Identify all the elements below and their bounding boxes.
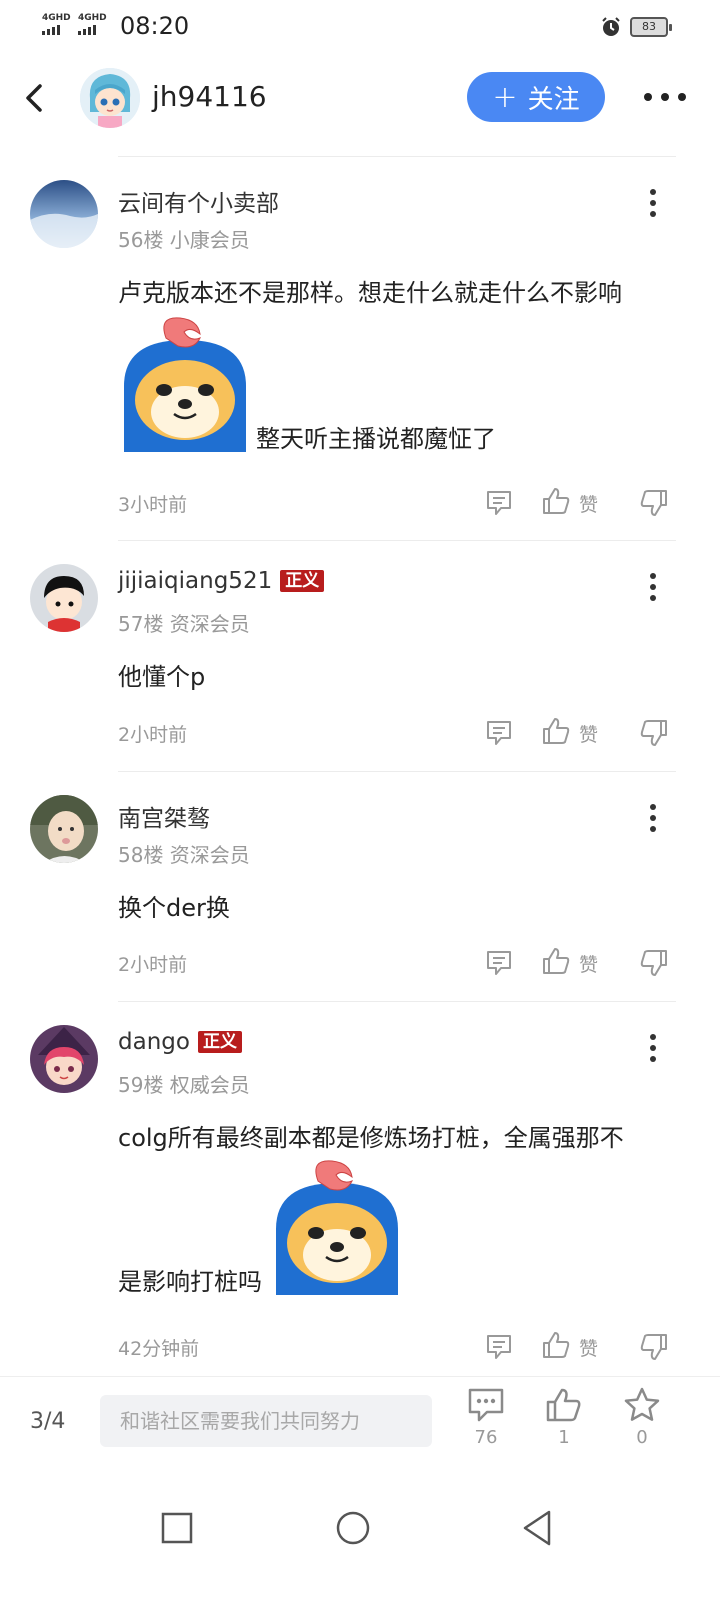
comment-text: colg所有最终副本都是修炼场打桩，全属强那不 xyxy=(118,1124,624,1152)
system-navigation-bar xyxy=(0,1480,720,1600)
timestamp: 42分钟前 xyxy=(118,1338,200,1360)
justice-badge: 正义 xyxy=(197,1031,242,1053)
username-text: jijiaiqiang521 xyxy=(118,568,273,594)
thumbs-up-icon[interactable] xyxy=(541,716,571,746)
floor-meta: 57楼 资深会员 xyxy=(118,612,250,636)
timestamp: 2小时前 xyxy=(118,724,188,746)
like-label[interactable]: 赞 xyxy=(579,490,598,517)
thumbs-down-icon[interactable] xyxy=(639,718,669,748)
username[interactable]: 南宫桀骜 xyxy=(118,799,210,833)
timestamp: 3小时前 xyxy=(118,494,188,516)
comment-content: 卢克版本还不是那样。想走什么就走什么不影响 整天听主播说都魔怔了 xyxy=(118,276,678,453)
baby-photo-avatar-icon xyxy=(30,795,98,863)
follow-button[interactable]: + 关注 xyxy=(467,72,605,122)
comments-button[interactable]: 76 xyxy=(456,1387,516,1448)
username[interactable]: jijiaiqiang521 正义 xyxy=(118,568,325,594)
thumbs-up-icon[interactable] xyxy=(541,1330,571,1360)
witch-girl-avatar-icon xyxy=(30,1025,98,1093)
thumbs-down-icon[interactable] xyxy=(639,1332,669,1362)
avatar[interactable] xyxy=(30,564,98,632)
signal-indicator-1: 4GHD xyxy=(42,14,71,35)
battery-level: 83 xyxy=(642,20,656,33)
username-text: 南宫桀骜 xyxy=(118,806,210,832)
divider xyxy=(118,540,676,541)
sky-photo-avatar-icon xyxy=(30,180,98,248)
comment-text: 他懂个p xyxy=(118,663,206,691)
page-indicator[interactable]: 3/4 xyxy=(30,1409,65,1434)
status-bar: 4GHD 4GHD 08:20 83 xyxy=(0,0,720,56)
alarm-icon xyxy=(602,17,620,36)
comment-text-continued: 整天听主播说都魔怔了 xyxy=(256,425,496,453)
username[interactable]: 云间有个小卖部 xyxy=(118,184,279,218)
comment-content: colg所有最终副本都是修炼场打桩，全属强那不 是影响打桩吗 xyxy=(118,1121,678,1296)
more-vertical-icon[interactable] xyxy=(640,572,666,602)
thread-header: jh94116 + 关注 xyxy=(0,60,720,140)
avatar[interactable] xyxy=(30,180,98,248)
comment-input[interactable]: 和谐社区需要我们共同努力 xyxy=(100,1395,432,1447)
signal-indicator-2: 4GHD xyxy=(78,14,107,35)
thumbs-up-icon[interactable] xyxy=(541,486,571,516)
plus-icon: + xyxy=(492,79,518,115)
more-vertical-icon[interactable] xyxy=(640,188,666,218)
reply-icon[interactable] xyxy=(485,1332,513,1362)
comment-bubble-icon xyxy=(468,1388,504,1422)
reply-icon[interactable] xyxy=(485,718,513,748)
author-username[interactable]: jh94116 xyxy=(152,80,267,113)
reply-icon[interactable] xyxy=(485,488,513,518)
divider xyxy=(118,156,676,157)
recent-apps-icon[interactable] xyxy=(157,1508,197,1548)
justice-badge: 正义 xyxy=(280,570,325,592)
floor-meta: 56楼 小康会员 xyxy=(118,228,250,252)
thumbs-up-icon xyxy=(546,1388,581,1422)
username-text: dango xyxy=(118,1029,190,1055)
author-avatar[interactable] xyxy=(80,68,140,128)
like-count: 1 xyxy=(558,1427,570,1448)
clock: 08:20 xyxy=(120,12,190,40)
favorite-button[interactable]: 0 xyxy=(612,1387,672,1448)
divider xyxy=(118,771,676,772)
anime-girl-avatar-icon xyxy=(80,68,140,128)
back-arrow-icon[interactable] xyxy=(18,78,54,118)
avatar[interactable] xyxy=(30,1025,98,1093)
comment-text-continued: 是影响打桩吗 xyxy=(118,1268,262,1296)
follow-label: 关注 xyxy=(527,84,580,115)
comment-text: 换个der换 xyxy=(118,894,230,922)
username[interactable]: dango 正义 xyxy=(118,1029,242,1055)
username-text: 云间有个小卖部 xyxy=(118,191,279,217)
bottom-action-bar: 3/4 和谐社区需要我们共同努力 76 1 0 xyxy=(0,1376,720,1480)
more-vertical-icon[interactable] xyxy=(640,803,666,833)
like-label[interactable]: 赞 xyxy=(579,950,598,977)
favorite-count: 0 xyxy=(636,1427,648,1448)
home-circle-icon[interactable] xyxy=(333,1508,373,1548)
star-icon xyxy=(624,1387,660,1421)
dog-sticker-icon xyxy=(276,1160,398,1295)
battery-icon: 83 xyxy=(630,17,672,37)
thumbs-up-icon[interactable] xyxy=(541,946,571,976)
more-options-icon[interactable] xyxy=(640,88,690,106)
thumbs-down-icon[interactable] xyxy=(639,488,669,518)
dog-sticker-icon xyxy=(124,317,246,452)
comment-text: 卢克版本还不是那样。想走什么就走什么不影响 xyxy=(118,279,622,307)
floor-meta: 59楼 权威会员 xyxy=(118,1073,250,1097)
avatar[interactable] xyxy=(30,795,98,863)
thumbs-down-icon[interactable] xyxy=(639,948,669,978)
cartoon-boy-avatar-icon xyxy=(30,564,98,632)
reply-icon[interactable] xyxy=(485,948,513,978)
more-vertical-icon[interactable] xyxy=(640,1033,666,1063)
comment-count: 76 xyxy=(474,1427,498,1448)
like-label[interactable]: 赞 xyxy=(579,1334,598,1361)
like-label[interactable]: 赞 xyxy=(579,720,598,747)
floor-meta: 58楼 资深会员 xyxy=(118,843,250,867)
divider xyxy=(118,1001,676,1002)
timestamp: 2小时前 xyxy=(118,954,188,976)
back-triangle-icon[interactable] xyxy=(517,1508,557,1548)
like-button[interactable]: 1 xyxy=(534,1387,594,1448)
